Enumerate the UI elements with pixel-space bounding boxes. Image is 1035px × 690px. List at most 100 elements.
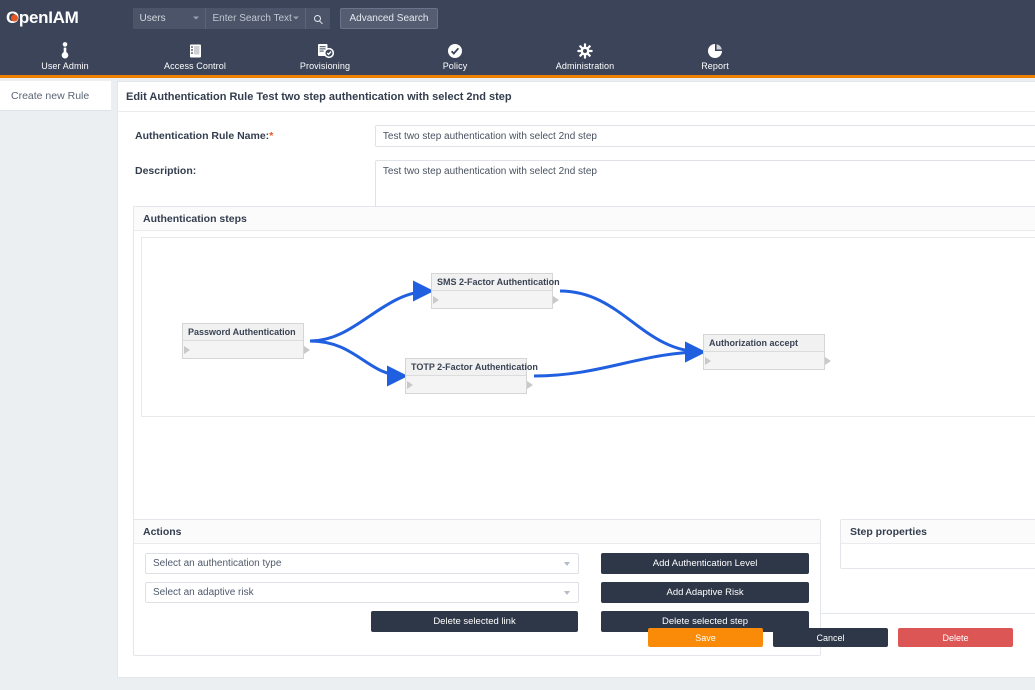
flow-node-sms-2-factor-authentication[interactable]: SMS 2-Factor Authentication (431, 273, 560, 309)
chevron-down-icon (563, 590, 570, 595)
top-header-bar: OpenIAM Users Enter Search Text Advanced… (0, 0, 1035, 36)
main-navigation-bar: User Admin Access Control Provisioning P… (0, 36, 1035, 78)
left-sidebar: Create new Rule (0, 81, 111, 690)
chevron-down-icon (563, 561, 570, 566)
port-out-icon[interactable] (304, 345, 310, 354)
save-label: Save (695, 632, 716, 643)
port-in-icon[interactable] (184, 345, 190, 354)
link-sms-auth[interactable] (559, 289, 706, 363)
nav-label: Administration (555, 61, 615, 71)
adaptive-risk-select[interactable]: Select an adaptive risk (145, 582, 579, 603)
provisioning-icon (317, 42, 334, 59)
openiam-logo[interactable]: OpenIAM (6, 8, 79, 28)
authentication-type-select[interactable]: Select an authentication type (145, 553, 579, 574)
nav-item-administration[interactable]: Administration (520, 36, 650, 75)
access-control-icon (188, 42, 203, 59)
policy-check-icon (447, 42, 463, 59)
delete-selected-link-label: Delete selected link (433, 616, 516, 627)
step-properties-card: Step properties (840, 519, 1035, 569)
delete-label: Delete (942, 632, 969, 643)
search-group: Users Enter Search Text Advanced Search (132, 7, 439, 29)
search-button[interactable] (304, 7, 330, 29)
link-pwd-totp[interactable] (309, 339, 408, 387)
nav-item-provisioning[interactable]: Provisioning (260, 36, 390, 75)
actions-title: Actions (134, 520, 820, 544)
port-in-icon[interactable] (407, 380, 413, 389)
rule-name-input[interactable]: Test two step authentication with select… (374, 125, 1035, 147)
port-out-icon[interactable] (527, 380, 533, 389)
user-admin-icon (58, 42, 72, 59)
search-placeholder: Enter Search Text (212, 12, 292, 24)
nav-label: Access Control (164, 61, 226, 71)
authentication-flow-canvas[interactable]: Password Authentication SMS 2-Factor Aut… (141, 237, 1035, 417)
delete-selected-step-label: Delete selected step (662, 616, 749, 627)
footer-button-bar: Save Cancel Delete (648, 628, 1023, 647)
rule-name-value: Test two step authentication with select… (382, 130, 597, 142)
delete-button[interactable]: Delete (898, 628, 1013, 647)
main-content-panel: Edit Authentication Rule Test two step a… (117, 81, 1035, 678)
flow-node-totp-2-factor-authentication[interactable]: TOTP 2-Factor Authentication (405, 358, 538, 394)
nav-item-user-admin[interactable]: User Admin (0, 36, 130, 75)
flow-node-authorization-accept[interactable]: Authorization accept (703, 334, 831, 370)
authentication-type-value: Select an authentication type (153, 558, 282, 569)
actions-row-adaptive-risk: Select an adaptive risk Add Adaptive Ris… (145, 582, 809, 603)
description-label: Description: (135, 165, 197, 177)
delete-selected-link-button[interactable]: Delete selected link (370, 611, 579, 632)
link-pwd-sms[interactable] (309, 280, 434, 343)
rule-name-label-text: Authentication Rule Name: (135, 130, 270, 142)
form-row-description: Description: Test two step authenticatio… (118, 147, 1035, 212)
add-adaptive-risk-label: Add Adaptive Risk (666, 587, 744, 598)
add-authentication-level-label: Add Authentication Level (652, 558, 758, 569)
nav-label: Report (701, 61, 729, 71)
advanced-search-label: Advanced Search (349, 12, 429, 24)
search-icon (314, 14, 322, 22)
gear-icon (577, 42, 593, 59)
rule-name-label: Authentication Rule Name:* (135, 125, 375, 142)
actions-row-auth-type: Select an authentication type Add Authen… (145, 553, 809, 574)
link-totp-auth[interactable] (533, 341, 706, 378)
cancel-label: Cancel (816, 632, 845, 643)
sidebar-item-label: Create new Rule (11, 89, 90, 102)
flow-node-body (183, 341, 310, 358)
add-authentication-level-button[interactable]: Add Authentication Level (601, 553, 809, 574)
flow-node-body (704, 352, 831, 369)
port-out-icon[interactable] (553, 295, 559, 304)
form-row-rule-name: Authentication Rule Name:* Test two step… (118, 112, 1035, 147)
entity-type-select[interactable]: Users (132, 7, 205, 29)
page-title: Edit Authentication Rule Test two step a… (126, 90, 512, 103)
chevron-down-icon (292, 16, 299, 20)
nav-label: Policy (442, 61, 468, 71)
report-pie-icon (707, 42, 723, 59)
flow-node-body (406, 376, 533, 393)
port-out-icon[interactable] (825, 356, 831, 365)
flow-node-title: Authorization accept (704, 335, 824, 352)
nav-label: User Admin (41, 61, 89, 71)
chevron-down-icon (192, 16, 199, 20)
flow-node-title: SMS 2-Factor Authentication (432, 274, 560, 291)
required-marker: * (269, 130, 274, 142)
search-input[interactable]: Enter Search Text (204, 7, 305, 29)
page-title-bar: Edit Authentication Rule Test two step a… (118, 82, 1035, 112)
nav-item-report[interactable]: Report (650, 36, 780, 75)
flow-node-body (432, 291, 559, 308)
cancel-button[interactable]: Cancel (773, 628, 888, 647)
advanced-search-button[interactable]: Advanced Search (339, 7, 439, 29)
nav-item-policy[interactable]: Policy (390, 36, 520, 75)
step-properties-title: Step properties (841, 520, 1035, 544)
port-in-icon[interactable] (433, 295, 439, 304)
entity-type-value: Users (139, 12, 166, 24)
authentication-steps-title: Authentication steps (134, 207, 1035, 231)
description-textarea[interactable]: Test two step authentication with select… (374, 160, 1035, 212)
flow-node-password-authentication[interactable]: Password Authentication (182, 323, 310, 359)
port-in-icon[interactable] (705, 356, 711, 365)
nav-item-access-control[interactable]: Access Control (130, 36, 260, 75)
flow-node-title: Password Authentication (183, 324, 303, 341)
flow-node-title: TOTP 2-Factor Authentication (406, 359, 538, 376)
save-button[interactable]: Save (648, 628, 763, 647)
actions-body: Select an authentication type Add Authen… (134, 544, 820, 632)
sidebar-item-create-new-rule[interactable]: Create new Rule (0, 81, 111, 111)
adaptive-risk-value: Select an adaptive risk (153, 587, 254, 598)
add-adaptive-risk-button[interactable]: Add Adaptive Risk (601, 582, 809, 603)
description-value: Test two step authentication with select… (382, 166, 597, 177)
logo-accent-dot (11, 14, 18, 22)
